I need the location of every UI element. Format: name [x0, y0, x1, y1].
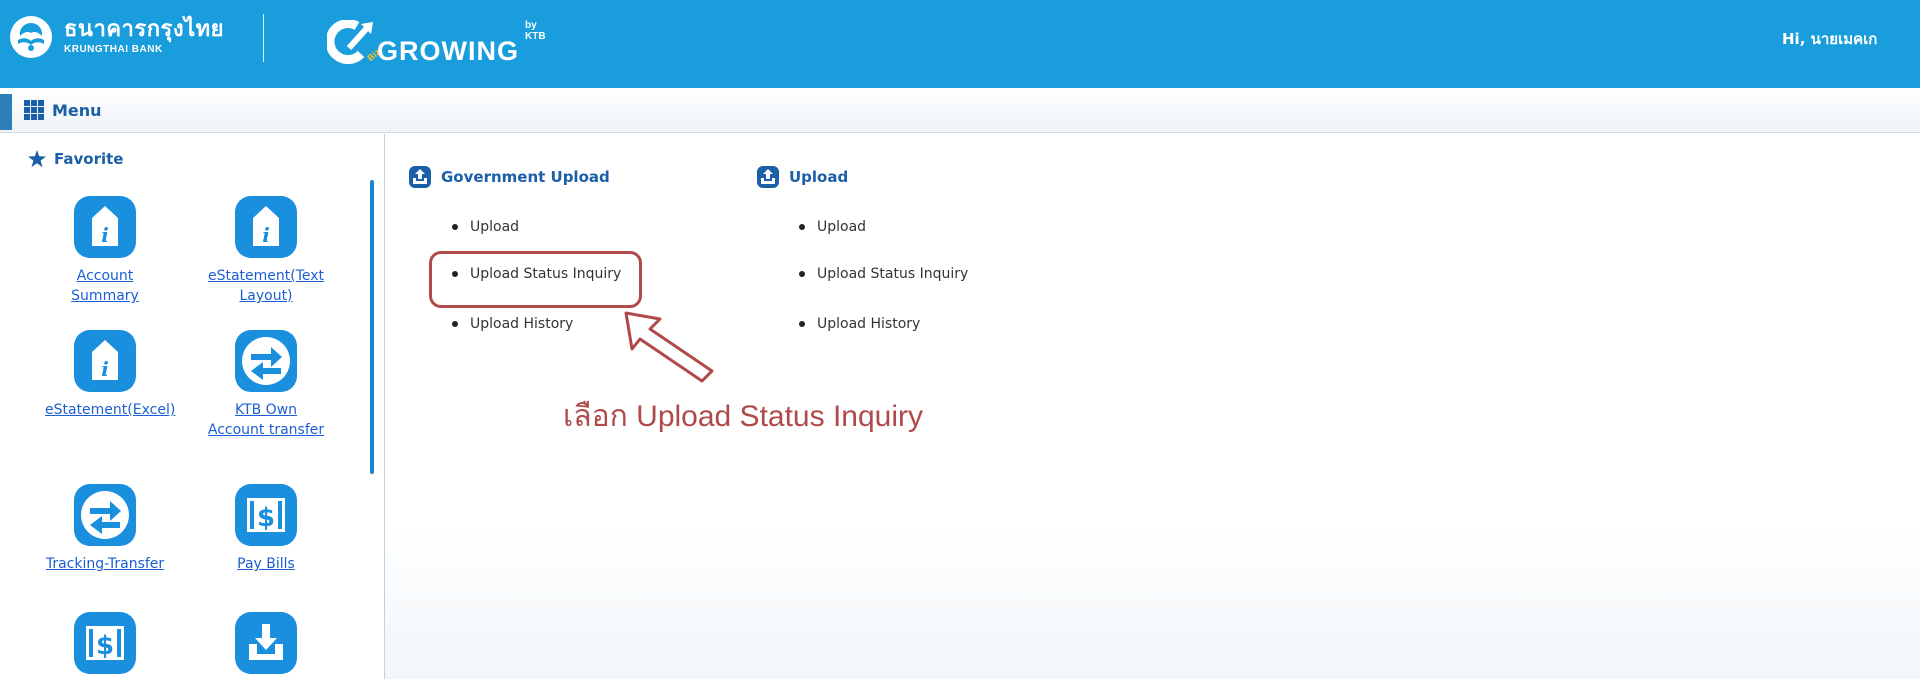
header-divider [263, 14, 264, 62]
top-header: ธนาคารกรุงไทย KRUNGTHAI BANK Biz GROWING… [0, 0, 1920, 88]
growing-by-label: by KTB [525, 20, 546, 42]
info-document-icon: i [235, 196, 297, 258]
svg-text:i: i [101, 223, 109, 247]
bullet [452, 224, 458, 230]
link-label[interactable]: Upload [470, 219, 519, 235]
dollar-bill-icon: $ [235, 484, 297, 546]
bank-name-english: KRUNGTHAI BANK [64, 44, 163, 55]
favorite-bill-payment-2[interactable]: $ [45, 612, 165, 682]
annotation-text: เลือก Upload Status Inquiry [563, 400, 923, 433]
group-title: Government Upload [441, 168, 610, 186]
star-icon [28, 150, 46, 168]
link-label[interactable]: Upload [817, 219, 866, 235]
tile-label[interactable]: Account Summary [45, 266, 165, 306]
svg-text:$: $ [257, 503, 275, 533]
svg-text:i: i [262, 223, 270, 247]
menu-toggle[interactable]: Menu [24, 100, 102, 120]
link-label[interactable]: Upload Status Inquiry [817, 266, 968, 282]
menu-title: Menu [52, 100, 102, 120]
menu-bar-accent [0, 94, 12, 130]
info-document-icon: i [74, 196, 136, 258]
upload-icon [757, 166, 779, 188]
bullet [799, 224, 805, 230]
tile-label[interactable]: eStatement(Text Layout) [206, 266, 326, 306]
favorite-title: Favorite [54, 150, 124, 168]
favorite-pay-bills[interactable]: $ Pay Bills [206, 484, 326, 574]
sidebar-scrollbar[interactable] [370, 180, 374, 474]
dollar-bill-icon: $ [74, 612, 136, 674]
group-title: Upload [789, 168, 849, 186]
grid-menu-icon [24, 100, 44, 120]
favorite-estatement-text[interactable]: i eStatement(Text Layout) [206, 196, 326, 306]
ktb-logo[interactable]: ธนาคารกรุงไทย KRUNGTHAI BANK [10, 16, 224, 58]
gov-upload-link[interactable]: Upload [452, 219, 519, 235]
info-document-icon: i [74, 330, 136, 392]
group-government-upload: Government Upload [409, 166, 610, 188]
tile-label[interactable]: Tracking-Transfer [45, 554, 165, 574]
transfer-arrows-icon [74, 484, 136, 546]
svg-text:i: i [101, 357, 109, 381]
tile-label[interactable]: eStatement(Excel) [45, 400, 175, 420]
growing-logo[interactable]: Biz GROWING by KTB [327, 16, 557, 66]
favorite-account-summary[interactable]: i Account Summary [45, 196, 165, 306]
group-upload: Upload [757, 166, 848, 188]
upload-link[interactable]: Upload [799, 219, 866, 235]
svg-text:$: $ [96, 631, 114, 661]
tile-label[interactable]: Pay Bills [206, 554, 326, 574]
gov-upload-history-link[interactable]: Upload History [452, 316, 573, 332]
favorite-estatement-excel[interactable]: i eStatement(Excel) [45, 330, 175, 420]
favorite-own-account-transfer[interactable]: KTB Own Account transfer [206, 330, 326, 440]
favorite-download[interactable] [206, 612, 326, 682]
ktb-emblem-icon [10, 16, 52, 58]
growing-title: GROWING [377, 36, 519, 66]
menu-bar [0, 88, 1920, 133]
bullet [799, 271, 805, 277]
favorite-tracking-transfer[interactable]: Tracking-Transfer [45, 484, 165, 574]
bullet [452, 321, 458, 327]
transfer-arrows-icon [235, 330, 297, 392]
link-label[interactable]: Upload History [817, 316, 920, 332]
bank-name-thai: ธนาคารกรุงไทย [64, 17, 225, 42]
upload-status-inquiry-link[interactable]: Upload Status Inquiry [799, 266, 968, 282]
link-label[interactable]: Upload History [470, 316, 573, 332]
highlight-box [429, 251, 642, 308]
annotation-arrow-icon [624, 311, 714, 383]
upload-history-link[interactable]: Upload History [799, 316, 920, 332]
download-tray-icon [235, 612, 297, 674]
bullet [799, 321, 805, 327]
tile-label[interactable]: KTB Own Account transfer [206, 400, 326, 440]
upload-icon [409, 166, 431, 188]
user-greeting[interactable]: Hi, นายเมคเก [1782, 27, 1877, 51]
favorite-header: Favorite [28, 150, 123, 168]
